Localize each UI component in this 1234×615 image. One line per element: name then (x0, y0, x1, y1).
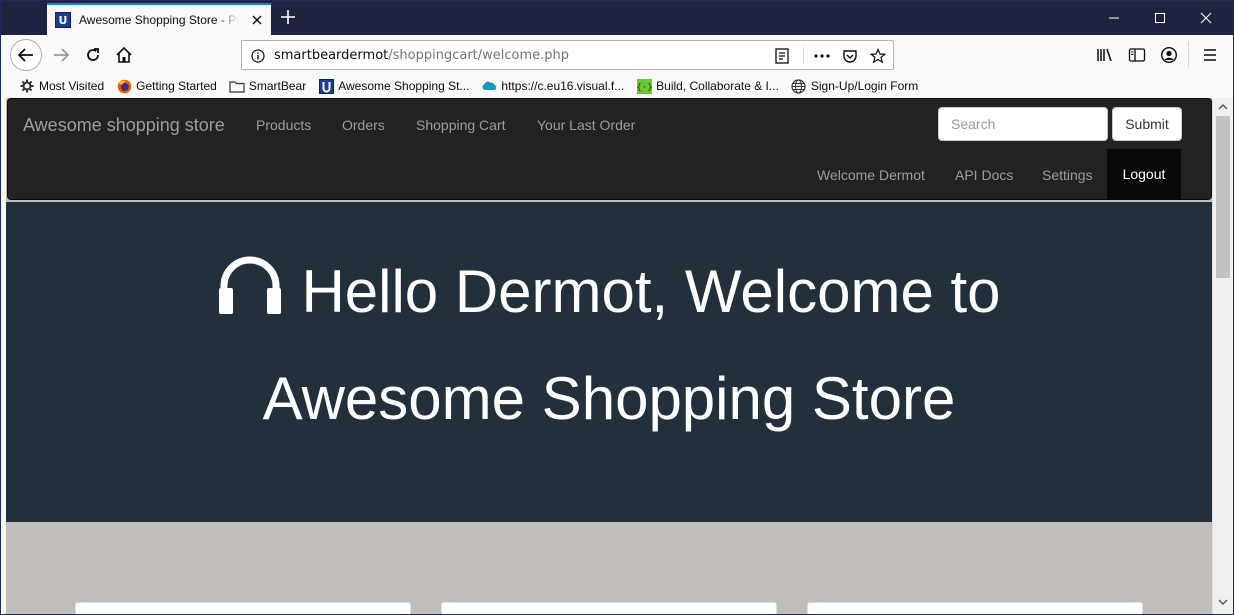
active-tab[interactable]: U Awesome Shopping Store - Pro (47, 3, 271, 35)
close-icon (1200, 12, 1212, 24)
close-tab-icon[interactable] (251, 14, 263, 26)
product-card (75, 602, 411, 614)
folder-icon (229, 78, 245, 94)
nav-welcome-user[interactable]: Welcome Dermot (817, 167, 925, 183)
scroll-up-icon[interactable] (1217, 101, 1229, 113)
maximize-button[interactable] (1137, 1, 1183, 35)
reload-icon (87, 48, 99, 61)
page-actions-icon[interactable] (813, 47, 831, 65)
nav-api-docs[interactable]: API Docs (955, 167, 1013, 183)
bookmark-awesome-shopping[interactable]: Awesome Shopping St... (318, 78, 469, 94)
back-button[interactable] (10, 39, 42, 71)
home-button[interactable] (108, 39, 140, 71)
account-icon[interactable] (1159, 45, 1179, 65)
bookmark-salesforce[interactable]: https://c.eu16.visual.f... (481, 78, 624, 94)
nav-products[interactable]: Products (256, 117, 311, 133)
bookmark-most-visited[interactable]: Most Visited (19, 78, 104, 94)
reader-view-icon[interactable] (773, 47, 791, 65)
salesforce-cloud-icon (481, 78, 497, 94)
store-favicon-icon: U (55, 12, 71, 28)
pocket-icon[interactable] (841, 47, 859, 65)
toolbar-divider (1188, 42, 1189, 68)
library-icon[interactable] (1095, 45, 1115, 65)
reload-button[interactable] (77, 39, 109, 71)
address-bar[interactable]: smartbeardermot/shoppingcart/welcome.php (241, 40, 894, 70)
back-arrow-icon (17, 48, 33, 62)
sidebar-icon[interactable] (1127, 45, 1147, 65)
bookmark-smartbear[interactable]: SmartBear (229, 78, 306, 94)
logout-button[interactable]: Logout (1107, 149, 1181, 199)
page-scrollbar[interactable] (1212, 98, 1233, 614)
maximize-icon (1155, 13, 1165, 23)
minimize-button[interactable] (1091, 1, 1137, 35)
search-input[interactable] (938, 107, 1108, 141)
code-braces-icon: {·} (636, 78, 652, 94)
nav-orders[interactable]: Orders (342, 117, 385, 133)
hero-heading-line-1: Hello Dermot, Welcome to (6, 254, 1212, 326)
nav-last-order[interactable]: Your Last Order (537, 117, 635, 133)
new-tab-icon[interactable] (278, 7, 298, 27)
forward-arrow-icon (54, 48, 70, 62)
bookmark-star-icon[interactable] (869, 47, 887, 65)
bookmark-build-collaborate[interactable]: {·} Build, Collaborate & I... (636, 78, 779, 94)
product-card (807, 602, 1143, 614)
product-card (441, 602, 777, 614)
scroll-down-icon[interactable] (1217, 596, 1229, 608)
gear-icon (19, 78, 35, 94)
urlbar-divider (803, 46, 804, 64)
url-text[interactable]: smartbeardermot/shoppingcart/welcome.php (274, 48, 569, 63)
globe-icon (791, 78, 807, 94)
site-navbar: Awesome shopping store Products Orders S… (7, 98, 1212, 200)
svg-text:{·}: {·} (637, 83, 652, 93)
nav-shopping-cart[interactable]: Shopping Cart (416, 117, 506, 133)
home-icon (116, 46, 132, 63)
hero-heading-line-2: Awesome Shopping Store (262, 365, 956, 432)
submit-button[interactable]: Submit (1112, 107, 1182, 141)
browser-window: U Awesome Shopping Store - Pro smartbear… (0, 0, 1234, 615)
tab-title: Awesome Shopping Store - Pro (79, 13, 239, 27)
headphones-icon (219, 256, 282, 314)
minimize-icon (1109, 17, 1119, 19)
forward-button[interactable] (45, 39, 77, 71)
hero-banner: Hello Dermot, Welcome to Awesome Shoppin… (6, 202, 1212, 522)
bookmarks-bar: Most Visited Getting Started SmartBear A… (1, 75, 1233, 97)
browser-toolbar: smartbeardermot/shoppingcart/welcome.php (1, 35, 1233, 75)
page-viewport: Awesome shopping store Products Orders S… (6, 98, 1212, 614)
site-brand[interactable]: Awesome shopping store (23, 115, 225, 136)
menu-icon[interactable] (1200, 45, 1220, 65)
bookmark-getting-started[interactable]: Getting Started (116, 78, 217, 94)
bookmark-signup-login[interactable]: Sign-Up/Login Form (791, 78, 918, 94)
close-window-button[interactable] (1183, 1, 1229, 35)
nav-settings[interactable]: Settings (1042, 167, 1093, 183)
scroll-thumb[interactable] (1216, 116, 1230, 278)
firefox-icon (116, 78, 132, 94)
store-favicon-icon (318, 78, 334, 94)
tab-strip: U Awesome Shopping Store - Pro (1, 1, 1233, 35)
site-info-icon[interactable] (249, 47, 267, 65)
